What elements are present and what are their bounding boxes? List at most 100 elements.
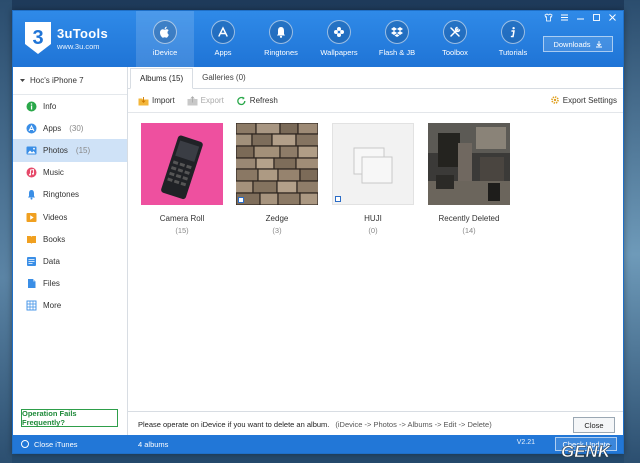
nav-flash-jb[interactable]: Flash & JB	[368, 11, 426, 67]
tab-albums[interactable]: Albums (15)	[130, 68, 194, 89]
data-icon	[27, 256, 36, 266]
nav-label: Ringtones	[264, 48, 298, 57]
sidebar-item-label: Photos	[43, 145, 68, 155]
album-thumbnail	[428, 123, 510, 205]
download-icon	[595, 41, 602, 48]
bell-icon	[269, 20, 293, 44]
book-icon	[27, 235, 36, 244]
sidebar-item-label: Info	[43, 101, 57, 111]
album-count: (3)	[272, 226, 282, 235]
sidebar-item-label: More	[43, 301, 62, 311]
nav-wallpapers[interactable]: Wallpapers	[310, 11, 368, 67]
files-icon	[28, 279, 36, 289]
desktop-background-left	[0, 0, 12, 463]
album-count: (0)	[368, 226, 378, 235]
album-camera-roll[interactable]: Camera Roll (15)	[141, 123, 223, 235]
footer-hint: (iDevice -> Photos -> Albums -> Edit -> …	[335, 420, 492, 429]
export-settings-button[interactable]: Export Settings	[550, 95, 617, 105]
sidebar-item-data[interactable]: Data	[13, 250, 127, 272]
sidebar-item-photos[interactable]: Photos (15)	[13, 139, 127, 162]
sidebar-item-videos[interactable]: Videos	[13, 206, 127, 228]
brand: 3uTools www.3u.com	[57, 26, 108, 51]
sidebar-item-label: Apps	[43, 123, 62, 133]
album-zedge[interactable]: Zedge (3)	[236, 123, 318, 235]
sidebar-item-ringtones[interactable]: Ringtones	[13, 184, 127, 206]
album-title: Recently Deleted	[438, 214, 500, 223]
gear-icon	[550, 96, 559, 104]
album-badge-icon	[238, 197, 244, 203]
import-button[interactable]: Import	[138, 96, 175, 106]
maximize-icon[interactable]	[591, 13, 601, 24]
nav-tutorials[interactable]: Tutorials	[484, 11, 542, 67]
main-nav: iDevice Apps Ringtones Wallpapers Flash …	[136, 11, 542, 67]
skin-icon[interactable]	[543, 13, 553, 24]
album-thumbnail	[236, 123, 318, 205]
tab-galleries[interactable]: Galleries (0)	[193, 67, 255, 88]
bell-icon	[28, 190, 35, 200]
svg-text:GENK: GENK	[561, 442, 612, 461]
export-settings-label: Export Settings	[562, 95, 617, 105]
info-icon	[501, 20, 525, 44]
flower-icon	[327, 20, 351, 44]
album-huji[interactable]: HUJI (0)	[332, 123, 414, 235]
genk-watermark-logo: GENK	[561, 442, 612, 462]
empty-album-icon	[353, 147, 393, 184]
refresh-icon	[236, 96, 246, 105]
album-grid: Camera Roll (15) Zedge (3) HUJI (0) Rece…	[128, 113, 623, 403]
close-icon[interactable]	[607, 13, 617, 24]
info-icon	[26, 101, 37, 112]
refresh-button[interactable]: Refresh	[236, 96, 278, 106]
close-itunes-label: Close iTunes	[34, 439, 78, 449]
nav-label: iDevice	[152, 48, 178, 57]
nav-label: Tutorials	[498, 48, 528, 57]
sidebar-item-info[interactable]: Info	[13, 95, 127, 117]
export-icon	[187, 95, 198, 105]
operation-fails-link[interactable]: Operation Fails Frequently?	[21, 409, 118, 427]
sidebar-item-label: Books	[43, 234, 66, 244]
sidebar-item-apps[interactable]: Apps (30)	[13, 117, 127, 139]
dropbox-icon	[385, 20, 409, 44]
version-label: V2.21	[516, 439, 535, 446]
main-content: Albums (15) Galleries (0) Import Export …	[128, 67, 623, 437]
menu-icon[interactable]	[559, 13, 569, 24]
import-icon	[138, 96, 149, 105]
desktop-background-right	[624, 0, 640, 463]
nav-toolbox[interactable]: Toolbox	[426, 11, 484, 67]
sidebar-item-music[interactable]: Music	[13, 162, 127, 184]
nav-apps[interactable]: Apps	[194, 11, 252, 67]
toolbar: Import Export Refresh Export Settings	[128, 89, 623, 113]
apps-icon	[26, 123, 37, 134]
header: 3 3uTools www.3u.com iDevice Apps Ringto…	[13, 11, 623, 67]
minimize-icon[interactable]	[575, 13, 585, 24]
import-label: Import	[152, 96, 175, 105]
tab-bar: Albums (15) Galleries (0)	[128, 67, 623, 89]
nav-idevice[interactable]: iDevice	[136, 11, 194, 67]
video-icon	[26, 212, 37, 222]
svg-text:3: 3	[32, 27, 43, 49]
album-count: (15)	[175, 226, 189, 235]
sidebar-item-label: Files	[43, 279, 60, 289]
nav-ringtones[interactable]: Ringtones	[252, 11, 310, 67]
photos-icon	[26, 146, 37, 155]
album-recently-deleted[interactable]: Recently Deleted (14)	[428, 123, 510, 235]
device-selector[interactable]: Hoc's iPhone 7	[13, 67, 127, 95]
window-controls	[543, 13, 617, 24]
apple-icon	[153, 20, 177, 44]
circle-icon	[21, 440, 29, 448]
close-button[interactable]: Close	[573, 417, 615, 433]
grid-icon	[26, 300, 37, 311]
sidebar-item-books[interactable]: Books	[13, 228, 127, 250]
app-name: 3uTools	[57, 26, 108, 41]
sidebar: Hoc's iPhone 7 Info Apps (30) Photos (15…	[13, 67, 128, 437]
sidebar-item-count: (15)	[75, 145, 91, 155]
sidebar-item-label: Ringtones	[43, 190, 80, 200]
app-logo: 3	[25, 22, 51, 54]
nav-label: Toolbox	[442, 48, 468, 57]
app-window: 3 3uTools www.3u.com iDevice Apps Ringto…	[12, 10, 624, 454]
album-title: HUJI	[364, 214, 382, 223]
export-button[interactable]: Export	[187, 95, 224, 106]
sidebar-item-more[interactable]: More	[13, 295, 127, 317]
sidebar-item-files[interactable]: Files	[13, 273, 127, 295]
close-itunes-button[interactable]: Close iTunes	[13, 440, 128, 449]
downloads-button[interactable]: Downloads	[543, 36, 613, 52]
